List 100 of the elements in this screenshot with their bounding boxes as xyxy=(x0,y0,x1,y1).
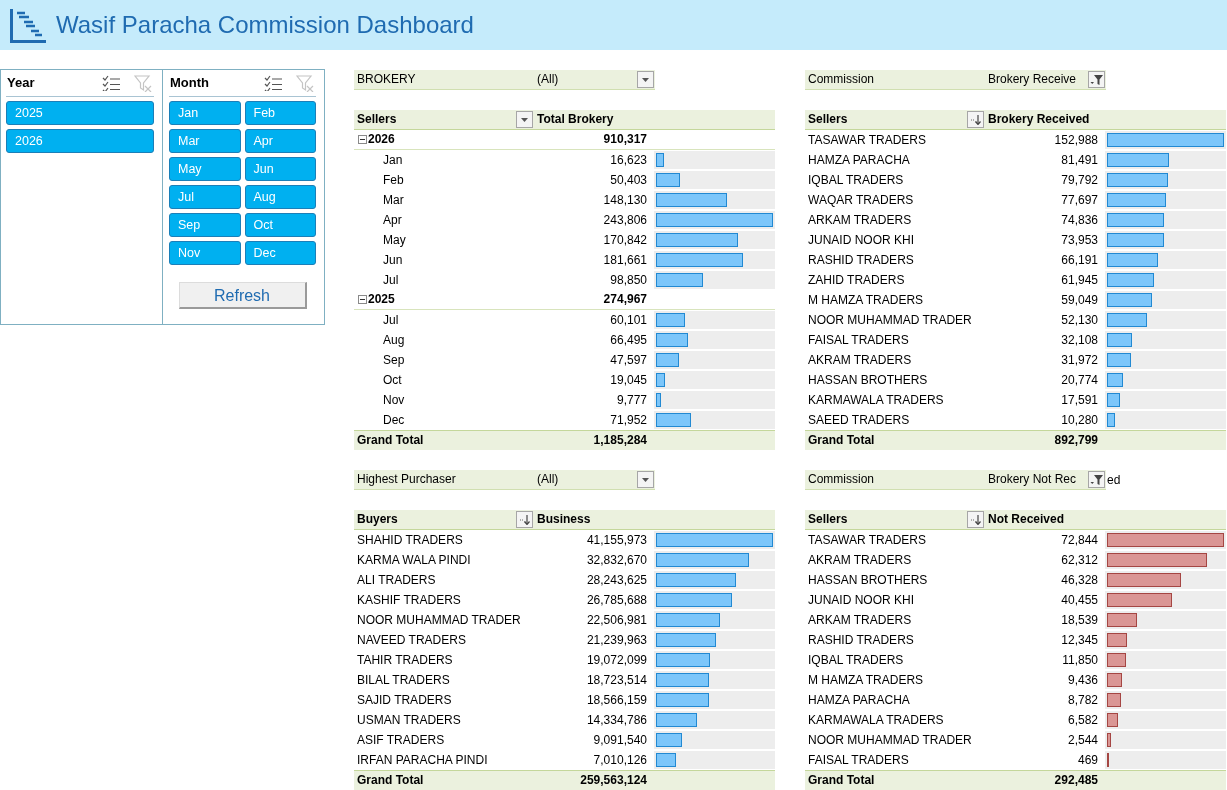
row-value: 59,049 xyxy=(1060,292,1099,308)
row-label: IRFAN PARACHA PINDI xyxy=(356,752,489,768)
sort-arrow-icon xyxy=(970,114,981,125)
dropdown-button[interactable] xyxy=(637,71,654,88)
row-label: AKRAM TRADERS xyxy=(807,552,913,568)
row-label: KARMAWALA TRADERS xyxy=(807,712,945,728)
caret-icon xyxy=(641,76,650,83)
row-label: Aug xyxy=(382,332,406,348)
row-value: 910,317 xyxy=(602,132,648,147)
row-value: 73,953 xyxy=(1060,232,1099,248)
row-value: 9,436 xyxy=(1066,672,1099,688)
row-label: TAHIR TRADERS xyxy=(356,652,454,668)
row-label: WAQAR TRADERS xyxy=(807,192,915,208)
row-value: 7,010,126 xyxy=(592,752,648,768)
row-label: Jan xyxy=(382,152,404,168)
row-value: 18,539 xyxy=(1060,612,1099,628)
row-value: 28,243,625 xyxy=(585,572,648,588)
row-value: 40,455 xyxy=(1060,592,1099,608)
slicer-item[interactable]: Jan xyxy=(169,101,241,125)
column-header: Total Brokery xyxy=(536,112,614,127)
total-label: Grand Total xyxy=(807,773,876,788)
multi-select-icon[interactable] xyxy=(102,75,120,91)
row-label: TASAWAR TRADERS xyxy=(807,532,927,548)
total-label: Grand Total xyxy=(356,773,425,788)
column-header: Sellers xyxy=(808,112,848,127)
row-label: IQBAL TRADERS xyxy=(807,652,905,668)
slicer-item[interactable]: Apr xyxy=(244,129,316,153)
row-label: Nov xyxy=(382,392,406,408)
total-label: Grand Total xyxy=(356,433,425,448)
row-value: 81,491 xyxy=(1060,152,1099,168)
row-value: 148,130 xyxy=(602,192,648,208)
caret-icon xyxy=(641,476,650,483)
row-value: 14,334,786 xyxy=(585,712,648,728)
row-value: 181,661 xyxy=(602,252,648,268)
slicer-item[interactable]: Aug xyxy=(244,185,316,209)
row-value: 19,045 xyxy=(609,372,648,388)
slicer-item[interactable]: Feb xyxy=(244,101,316,125)
row-label: M HAMZA TRADERS xyxy=(807,292,925,308)
row-value: 41,155,973 xyxy=(585,532,648,548)
slicer-item[interactable]: May xyxy=(169,157,241,181)
row-value: 98,850 xyxy=(609,272,648,288)
row-value: 8,782 xyxy=(1066,692,1099,708)
slicer-item[interactable]: Mar xyxy=(169,129,241,153)
row-value: 26,785,688 xyxy=(585,592,648,608)
row-value: 66,191 xyxy=(1060,252,1099,268)
row-label: RASHID TRADERS xyxy=(807,252,915,268)
slicer-item[interactable]: Oct xyxy=(244,213,316,237)
slicer-item[interactable]: 2025 xyxy=(6,101,154,125)
total-label: Grand Total xyxy=(807,433,876,448)
sort-button[interactable] xyxy=(967,111,984,128)
row-label: NOOR MUHAMMAD TRADER xyxy=(807,732,973,748)
slicer-title: Year xyxy=(7,75,35,91)
filter-button[interactable] xyxy=(1088,71,1105,88)
multi-select-icon[interactable] xyxy=(264,75,282,91)
row-value: 12,345 xyxy=(1060,632,1099,648)
collapse-icon[interactable] xyxy=(358,135,367,144)
row-value: 32,832,670 xyxy=(585,552,648,568)
dashboard-title: Wasif Paracha Commission Dashboard xyxy=(56,13,474,37)
row-label: USMAN TRADERS xyxy=(356,712,462,728)
collapse-icon[interactable] xyxy=(358,295,367,304)
row-label: FAISAL TRADERS xyxy=(807,332,910,348)
slicer-item[interactable]: Sep xyxy=(169,213,241,237)
row-label: AKRAM TRADERS xyxy=(807,352,913,368)
row-value: 9,777 xyxy=(615,392,648,408)
row-label: 2026 xyxy=(368,132,395,147)
row-label: RASHID TRADERS xyxy=(807,632,915,648)
row-value: 72,844 xyxy=(1060,532,1099,548)
dropdown-button[interactable] xyxy=(637,471,654,488)
sort-arrow-icon xyxy=(970,514,981,525)
slicer-item[interactable]: Nov xyxy=(169,241,241,265)
slicer-item[interactable]: Jun xyxy=(244,157,316,181)
funnel-icon xyxy=(1090,474,1103,485)
row-value: 152,988 xyxy=(1053,132,1099,148)
row-value: 274,967 xyxy=(602,292,648,307)
row-value: 46,328 xyxy=(1060,572,1099,588)
row-label: NAVEED TRADERS xyxy=(356,632,467,648)
stepped-lines-icon xyxy=(10,7,46,43)
slicer-item[interactable]: 2026 xyxy=(6,129,154,153)
row-label: NOOR MUHAMMAD TRADER xyxy=(356,612,522,628)
total-value: 892,799 xyxy=(1053,433,1099,448)
refresh-button[interactable]: Refresh xyxy=(178,282,307,309)
row-value: 61,945 xyxy=(1060,272,1099,288)
row-label: NOOR MUHAMMAD TRADER xyxy=(807,312,973,328)
sort-button[interactable] xyxy=(516,511,533,528)
filter-button[interactable] xyxy=(1088,471,1105,488)
slicer-item[interactable]: Dec xyxy=(244,241,316,265)
dropdown-button[interactable] xyxy=(516,111,533,128)
row-value: 18,723,514 xyxy=(585,672,648,688)
row-value: 9,091,540 xyxy=(592,732,648,748)
row-label: FAISAL TRADERS xyxy=(807,752,910,768)
row-value: 52,130 xyxy=(1060,312,1099,328)
sort-button[interactable] xyxy=(967,511,984,528)
filter-value: (All) xyxy=(537,472,559,487)
row-value: 19,072,099 xyxy=(585,652,648,668)
row-label: Oct xyxy=(382,372,403,388)
slicer-item[interactable]: Jul xyxy=(169,185,241,209)
row-value: 20,774 xyxy=(1060,372,1099,388)
row-label: ZAHID TRADERS xyxy=(807,272,906,288)
row-value: 66,495 xyxy=(609,332,648,348)
caret-icon xyxy=(520,116,529,123)
